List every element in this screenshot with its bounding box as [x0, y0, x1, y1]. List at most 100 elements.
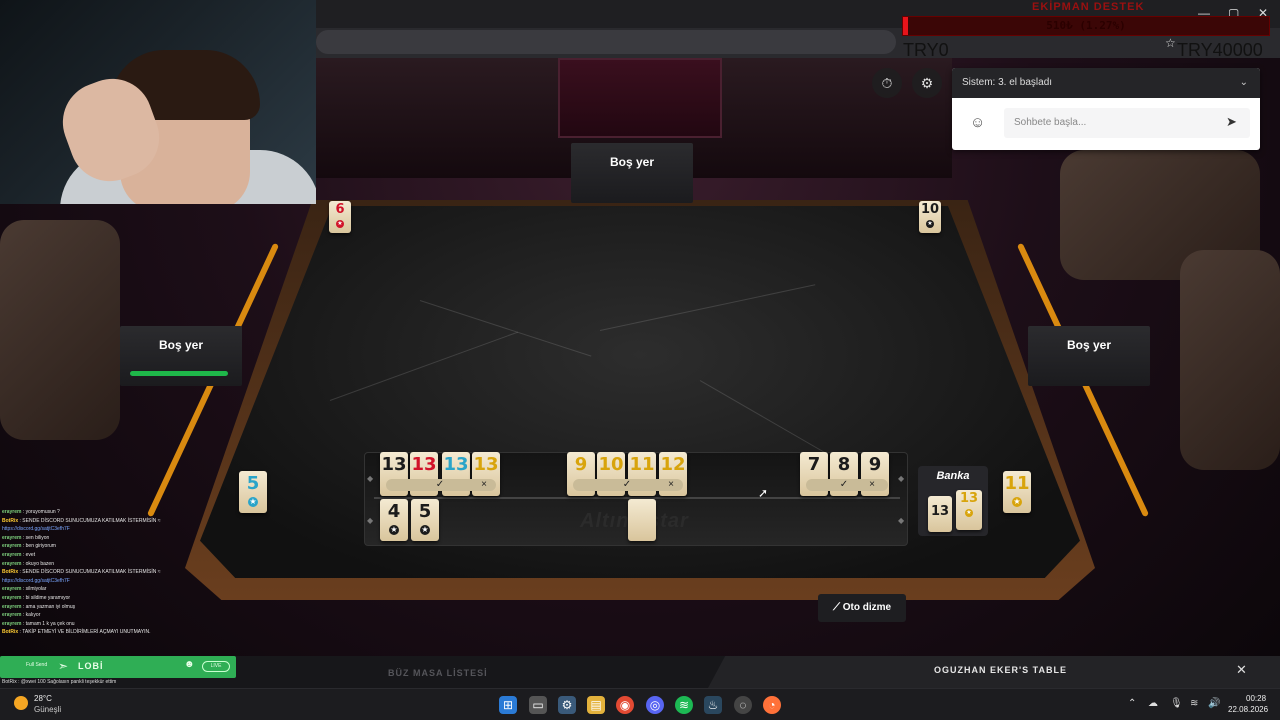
tile-value: 13 [959, 491, 979, 506]
room-door [558, 58, 722, 138]
turn-timer-bar [130, 371, 228, 376]
seat-top-label: Boş yer [609, 155, 655, 169]
stream-chat-message: BotRix : SENDE DİSCORD SUNUCUMUZA KATILM… [2, 517, 161, 524]
cloud-icon[interactable]: ☁ [1148, 698, 1158, 709]
firefox-icon[interactable]: ◔ [763, 696, 781, 714]
star-icon: ★ [926, 220, 934, 228]
stream-chat-message: erayrem : okuyo bazen [2, 560, 54, 567]
send-icon[interactable]: ➤ [1226, 114, 1237, 130]
rack-tile[interactable]: 4 ★ [380, 499, 408, 541]
chat-text: tamam 1 k ya çek onu [25, 620, 75, 627]
discord-icon[interactable]: ◎ [646, 696, 664, 714]
spotify-icon[interactable]: ≋ [675, 696, 693, 714]
chat-text: yoruyomusun ? [25, 509, 60, 515]
chat-username: erayrem [2, 509, 22, 515]
bank-tile[interactable]: 13 [928, 496, 952, 532]
donation-progress: 510₺ (1.27%) [902, 16, 1270, 36]
auto-arrange-button[interactable]: ⟋ Oto dizme [818, 594, 906, 622]
bank-tile[interactable]: 13 ★ [956, 490, 982, 530]
rack-scroll-right-icon[interactable]: ◆ [898, 516, 904, 525]
clock-time: 00:28 [1246, 694, 1267, 703]
task-view-icon[interactable]: ▭ [529, 696, 547, 714]
seat-right[interactable]: Boş yer [1028, 326, 1150, 386]
chat-text: okuyo bazen [25, 560, 54, 567]
tile-value: 13 [930, 504, 950, 519]
settings-gear-icon[interactable]: ⚙ [558, 696, 576, 714]
auto-arrange-label: Oto dizme [842, 602, 892, 613]
confirm-group-button[interactable]: ✓ [836, 479, 852, 491]
chat-input[interactable]: Sohbete başla... [1004, 108, 1250, 138]
rack-scroll-left-icon[interactable]: ◆ [367, 516, 373, 525]
emoji-icon[interactable]: ☺ [970, 114, 985, 131]
chat-username: erayrem [2, 620, 22, 627]
chat-text[interactable]: https://discord.gg/satjtC3efh7F [2, 526, 70, 532]
stream-chat-message: erayrem : yoruyomusun ? [2, 509, 60, 515]
bank-label: Banka [936, 470, 970, 482]
stream-chat-message: erayrem : sen biliyon [2, 534, 50, 541]
weather-sun-icon[interactable] [14, 696, 28, 710]
confirm-group-button[interactable]: ✓ [619, 479, 635, 491]
wifi-icon[interactable]: ≋ [1190, 698, 1198, 709]
bookmark-star-icon[interactable]: ☆ [1165, 36, 1176, 50]
tile-value: 13 [411, 454, 437, 475]
reject-group-button[interactable]: × [864, 479, 880, 491]
speaker-icon[interactable]: 🔊 [1208, 698, 1220, 709]
discard-tile-top-left[interactable]: 6 ★ [329, 201, 351, 233]
chat-username: erayrem [2, 603, 22, 610]
stream-chat-message: BotRix : TAKİP ETMEYİ VE BİLDİRİMLERİ AÇ… [2, 629, 151, 636]
tile-value: 7 [807, 454, 821, 475]
tile-value: 10 [598, 454, 624, 475]
chevron-down-icon[interactable]: ⌄ [1240, 68, 1248, 98]
group-action-bar: ✓ × [386, 479, 496, 491]
system-message: Sistem: 3. el başladı [962, 77, 1053, 88]
table-list-link[interactable]: BÜZ MASA LİSTESİ [388, 668, 488, 678]
discard-tile-top-right[interactable]: 10 ★ [919, 201, 941, 233]
seat-left[interactable]: Boş yer [120, 326, 242, 386]
tile-value: 11 [629, 454, 655, 475]
chat-header[interactable]: Sistem: 3. el başladı ⌄ [952, 68, 1260, 98]
file-explorer-icon[interactable]: ▤ [587, 696, 605, 714]
address-bar[interactable] [316, 30, 896, 54]
lobi-bar[interactable]: Full Send ➣ LOBİ ☻ LIVE [0, 656, 236, 678]
stream-chat-message: BotRix : SENDE DİSCORD SUNUCUMUZA KATILM… [2, 569, 161, 576]
chat-text[interactable]: https://discord.gg/satjtC3efh7F [2, 578, 70, 584]
game-screen: Boş yer Boş yer Boş yer 6 ★ 10 ★ 5 ★ 11 … [0, 0, 1280, 720]
timer-icon[interactable]: ⏱ [872, 68, 902, 98]
chat-text: evet [25, 551, 36, 558]
face-icon: ☻ [184, 659, 195, 670]
seat-top[interactable]: Boş yer [571, 143, 693, 203]
group-action-bar: ✓ × [573, 479, 683, 491]
star-icon: ★ [965, 509, 973, 517]
discard-tile-right[interactable]: 11 ★ [1003, 471, 1031, 513]
stream-chat-message: erayrem : tamam 1 k ya çek onu [2, 620, 75, 627]
tile-value: 13 [473, 454, 499, 475]
settings-gear-icon[interactable]: ⚙ [912, 68, 942, 98]
stream-chat-message: erayrem : kalıyor [2, 612, 41, 619]
clock-date: 22.08.2026 [1228, 705, 1269, 714]
rack-tile[interactable]: 5 ★ [411, 499, 439, 541]
confirm-group-button[interactable]: ✓ [432, 479, 448, 491]
dragged-tile[interactable] [628, 499, 656, 541]
close-icon[interactable]: ✕ [1236, 662, 1247, 678]
chat-text: ben giriyorum [25, 543, 56, 550]
reject-group-button[interactable]: × [663, 479, 679, 491]
rack-scroll-right-icon[interactable]: ◆ [898, 474, 904, 483]
tile-value: 8 [837, 454, 851, 475]
rack-scroll-left-icon[interactable]: ◆ [367, 474, 373, 483]
seat-left-label: Boş yer [158, 338, 204, 352]
steam-icon[interactable]: ♨ [704, 696, 722, 714]
lobi-small-text: Full Send [26, 662, 48, 668]
chevron-up-icon[interactable]: ⌃ [1128, 698, 1136, 709]
microphone-icon[interactable]: 🎙 [1170, 698, 1183, 709]
stream-chat-message: erayrem : ben giriyorum [2, 543, 56, 550]
chat-text: sen biliyon [25, 534, 50, 541]
webcam-overlay [0, 0, 316, 204]
table-name: OGUZHAN EKER'S TABLE [934, 665, 1067, 675]
obs-icon[interactable]: ◌ [734, 696, 752, 714]
tile-value: 6 [335, 202, 345, 217]
chrome-icon[interactable]: ◉ [616, 696, 634, 714]
tile-value: 4 [387, 501, 401, 522]
start-windows-icon[interactable]: ⊞ [499, 696, 517, 714]
reject-group-button[interactable]: × [476, 479, 492, 491]
discard-tile-left[interactable]: 5 ★ [239, 471, 267, 513]
